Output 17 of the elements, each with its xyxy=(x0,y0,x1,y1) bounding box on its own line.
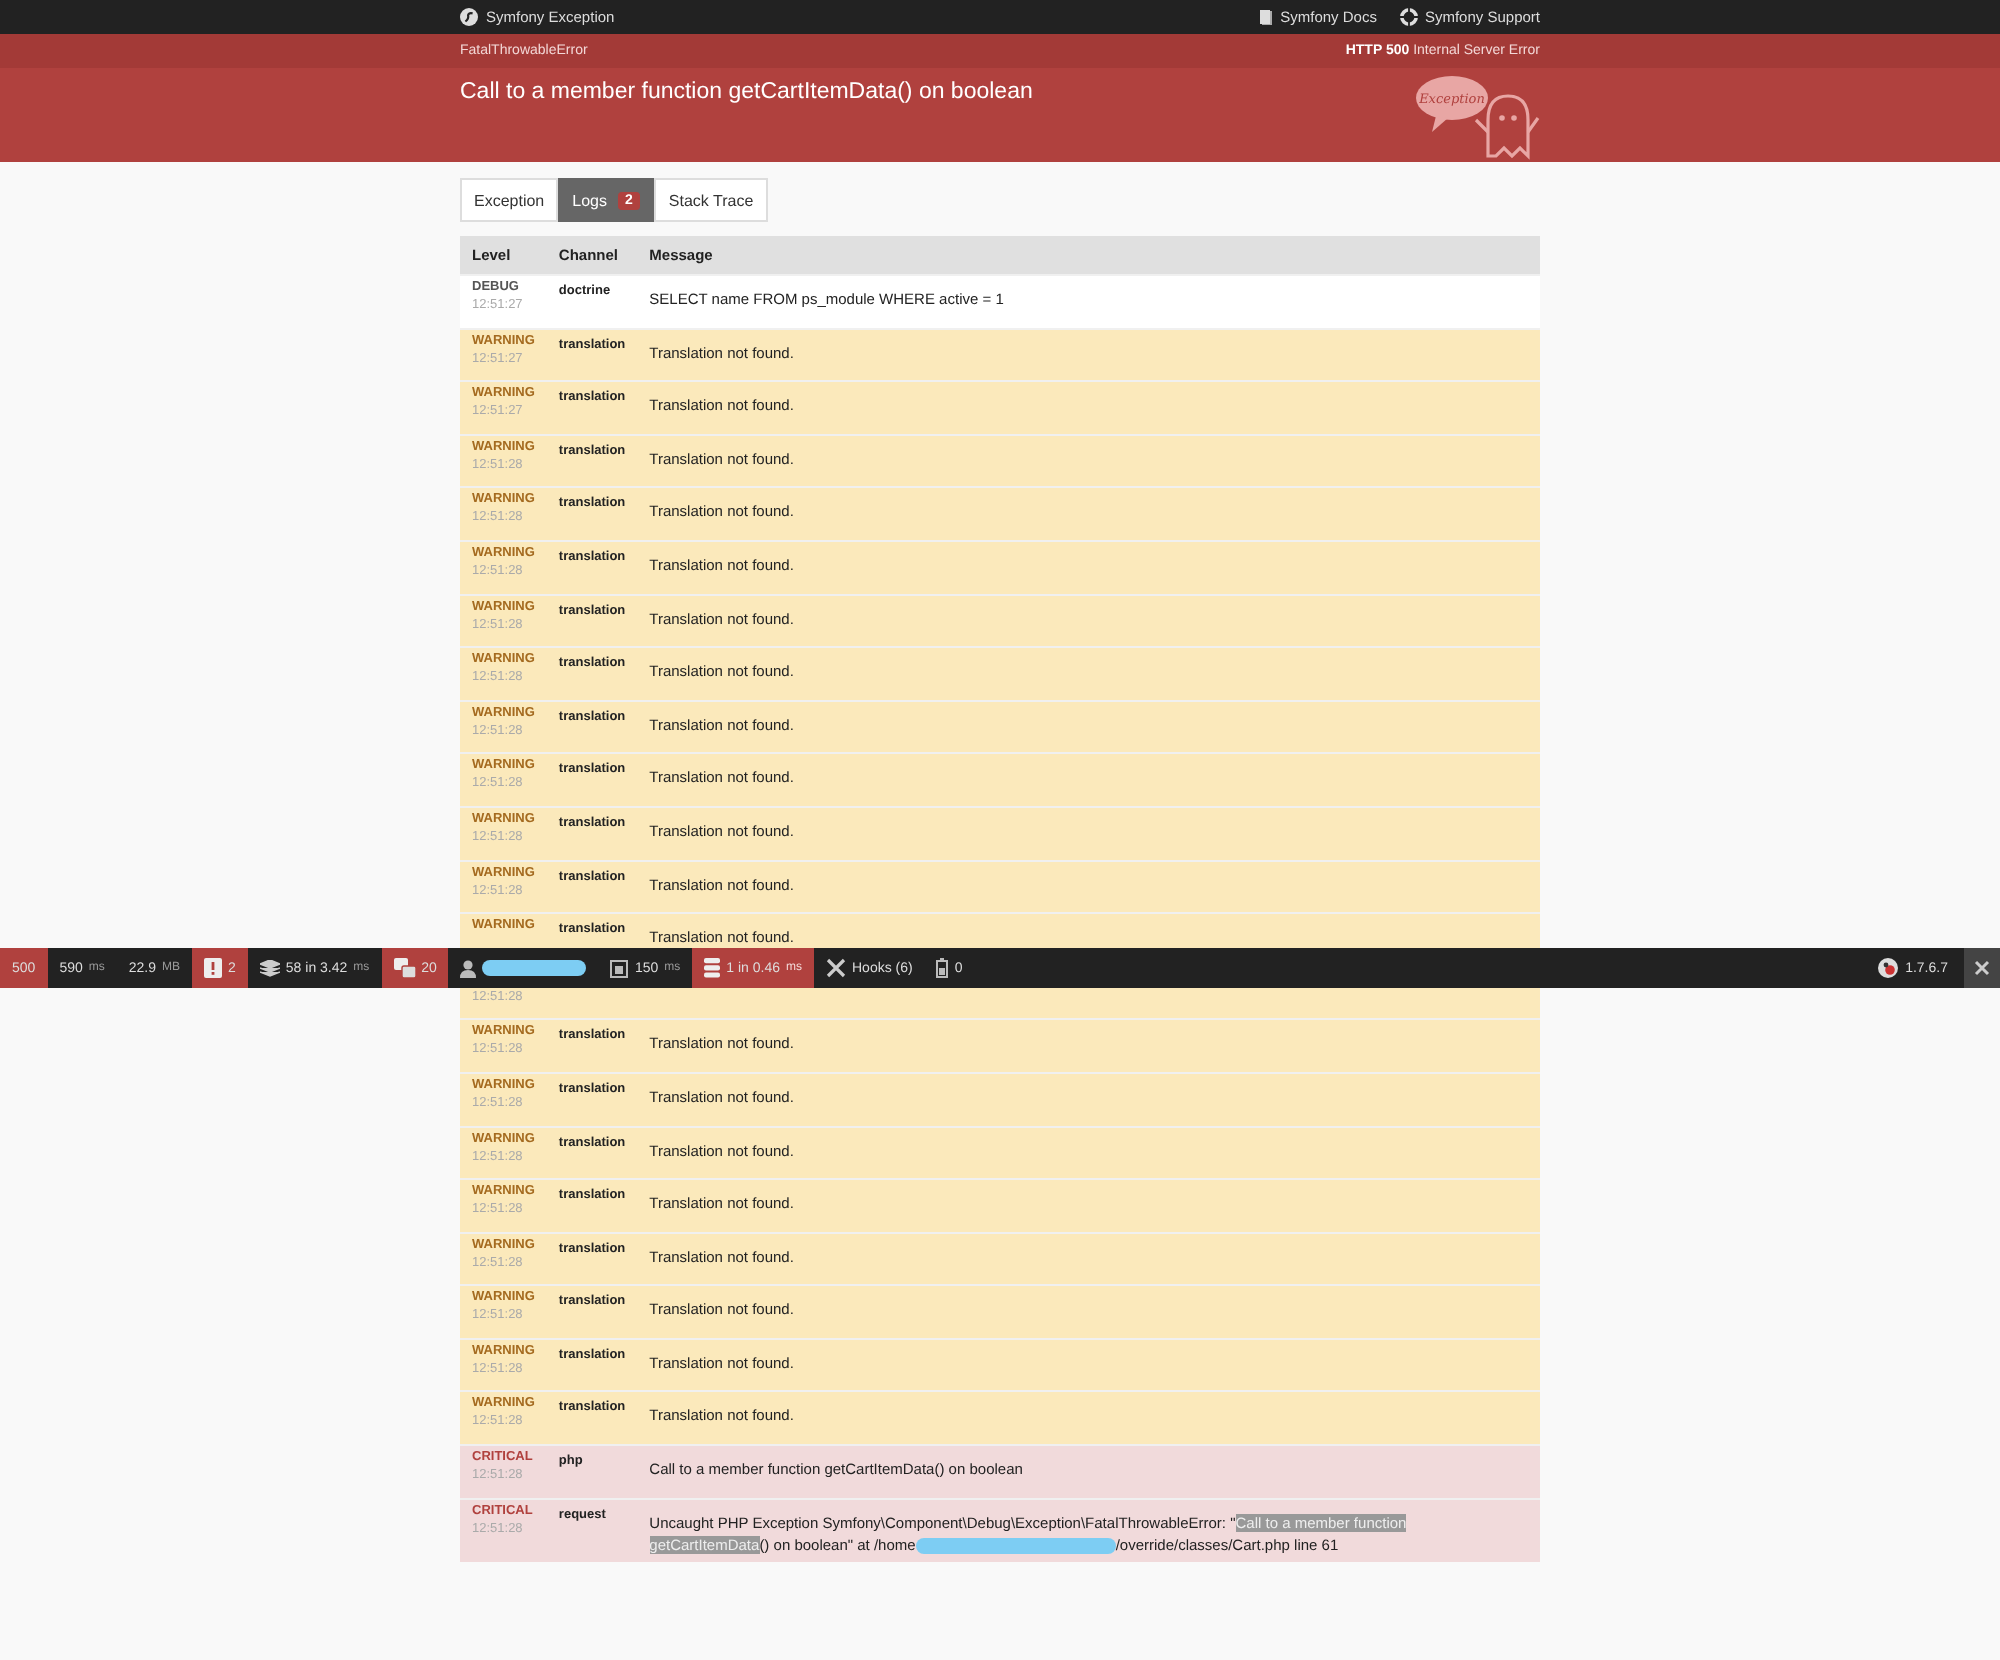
database-icon xyxy=(704,958,721,978)
tab[interactable]: Exception xyxy=(460,178,559,222)
battery-icon xyxy=(936,958,949,978)
close-button[interactable] xyxy=(1964,948,2000,988)
form-icon xyxy=(610,959,629,977)
layers-icon xyxy=(259,959,280,977)
exception-message: Call to a member function getCartItemData() on boolean xyxy=(460,80,1033,104)
translate-icon xyxy=(393,958,416,978)
alert-icon xyxy=(204,958,222,978)
close-icon xyxy=(1974,960,1990,976)
symfony-logo-icon xyxy=(460,8,478,26)
lifebuoy-icon xyxy=(1400,8,1419,26)
book-icon xyxy=(1258,8,1275,26)
redaction-mark xyxy=(482,960,587,976)
prestashop-logo-icon xyxy=(1877,958,1898,978)
user-icon xyxy=(460,959,477,977)
tab[interactable]: Stack Trace xyxy=(654,178,768,222)
